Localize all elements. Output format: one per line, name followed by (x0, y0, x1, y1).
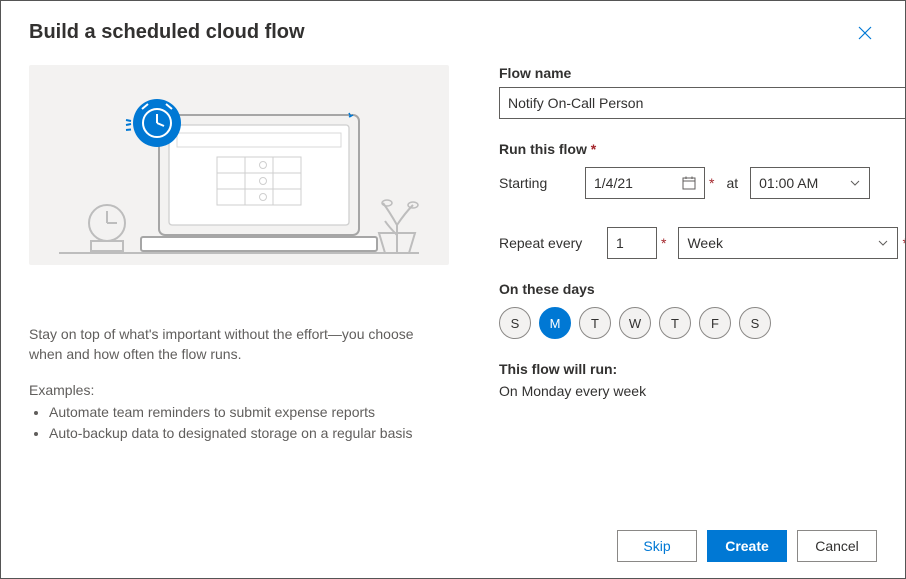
summary-value: On Monday every week (499, 383, 905, 399)
required-mark: * (661, 235, 666, 251)
starting-date-input[interactable]: 1/4/21 (585, 167, 705, 199)
calendar-icon (682, 176, 696, 190)
required-mark: * (902, 235, 905, 251)
illustration-svg (29, 65, 449, 265)
dialog-header: Build a scheduled cloud flow (1, 1, 905, 53)
flow-name-group: Flow name (499, 65, 905, 119)
day-fri[interactable]: F (699, 307, 731, 339)
day-sun[interactable]: S (499, 307, 531, 339)
examples-label: Examples: (29, 382, 449, 398)
day-tue[interactable]: T (579, 307, 611, 339)
run-group: Run this flow Starting 1/4/21 * at 01:00… (499, 141, 905, 259)
chevron-down-icon (849, 177, 861, 189)
repeat-row: Repeat every * Week * (499, 227, 905, 259)
examples-list: Automate team reminders to submit expens… (29, 402, 449, 444)
day-mon[interactable]: M (539, 307, 571, 339)
left-pane: Stay on top of what's important without … (29, 65, 449, 514)
starting-time-input[interactable]: 01:00 AM (750, 167, 870, 199)
description-text: Stay on top of what's important without … (29, 325, 449, 364)
repeat-unit-value: Week (687, 235, 723, 251)
right-pane: Flow name Run this flow Starting 1/4/21 … (499, 65, 905, 514)
summary-label: This flow will run: (499, 361, 905, 377)
day-sat[interactable]: S (739, 307, 771, 339)
required-mark: * (709, 175, 714, 191)
dialog-body: Stay on top of what's important without … (1, 53, 905, 514)
summary-group: This flow will run: On Monday every week (499, 361, 905, 399)
starting-date-value: 1/4/21 (594, 175, 633, 191)
days-row: S M T W T F S (499, 307, 905, 339)
create-button[interactable]: Create (707, 530, 787, 562)
flow-name-input[interactable] (499, 87, 905, 119)
repeat-unit-input[interactable]: Week (678, 227, 898, 259)
starting-time-value: 01:00 AM (759, 175, 818, 191)
starting-label: Starting (499, 175, 573, 191)
days-label: On these days (499, 281, 905, 297)
cancel-button[interactable]: Cancel (797, 530, 877, 562)
day-wed[interactable]: W (619, 307, 651, 339)
run-this-flow-label: Run this flow (499, 141, 905, 157)
repeat-label: Repeat every (499, 235, 595, 251)
close-icon (857, 25, 873, 41)
example-item: Automate team reminders to submit expens… (49, 402, 449, 423)
at-label: at (726, 175, 738, 191)
chevron-down-icon (877, 237, 889, 249)
close-button[interactable] (853, 21, 877, 45)
flow-name-label: Flow name (499, 65, 905, 81)
dialog-footer: Skip Create Cancel (1, 514, 905, 578)
days-group: On these days S M T W T F S (499, 281, 905, 339)
illustration (29, 65, 449, 265)
skip-button[interactable]: Skip (617, 530, 697, 562)
scheduled-flow-dialog: Build a scheduled cloud flow (0, 0, 906, 579)
day-thu[interactable]: T (659, 307, 691, 339)
starting-row: Starting 1/4/21 * at 01:00 AM (499, 167, 905, 199)
example-item: Auto-backup data to designated storage o… (49, 423, 449, 444)
dialog-title: Build a scheduled cloud flow (29, 21, 305, 44)
repeat-count-input[interactable] (607, 227, 657, 259)
